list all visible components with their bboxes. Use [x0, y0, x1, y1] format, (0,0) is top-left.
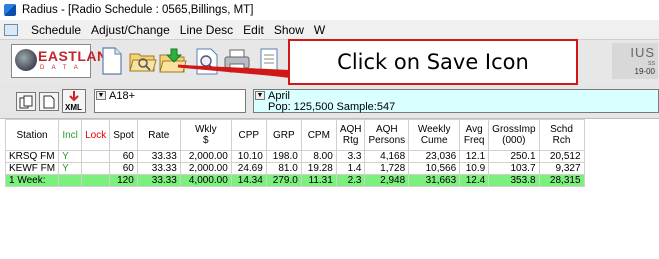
- table-row[interactable]: KEWF FM Y 60 33.33 2,000.00 24.69 81.0 1…: [4, 162, 585, 175]
- table-header-row: Station Incl Lock Spot Rate Wkly $ CPP G…: [4, 119, 585, 151]
- grossimp-cell: 250.1: [488, 150, 540, 163]
- col-avg-freq[interactable]: Avg Freq: [459, 119, 490, 151]
- wkly-cell: 2,000.00: [179, 162, 232, 175]
- spot-cell[interactable]: 60: [109, 150, 138, 163]
- col-schd-rch[interactable]: Schd Rch: [538, 119, 585, 151]
- schedule-table: Station Incl Lock Spot Rate Wkly $ CPP G…: [4, 119, 585, 187]
- wkly-cell: 4,000.00: [179, 174, 232, 187]
- col-weekly-cume[interactable]: Weekly Cume: [408, 119, 461, 151]
- aqh-persons-cell: 1,728: [364, 162, 410, 175]
- col-rate[interactable]: Rate: [136, 119, 181, 151]
- rate-cell[interactable]: 33.33: [136, 150, 181, 163]
- rate-cell: 33.33: [136, 174, 181, 187]
- col-incl[interactable]: Incl: [58, 119, 83, 151]
- col-grossimp[interactable]: GrossImp (000): [488, 119, 540, 151]
- grossimp-cell: 103.7: [488, 162, 540, 175]
- spot-cell[interactable]: 60: [109, 162, 138, 175]
- lock-cell[interactable]: [81, 162, 111, 175]
- col-wkly-dollars[interactable]: Wkly $: [179, 119, 232, 151]
- grp-cell: 279.0: [265, 174, 302, 187]
- aqh-persons-cell: 4,168: [364, 150, 410, 163]
- col-spot[interactable]: Spot: [109, 119, 138, 151]
- lock-cell[interactable]: [81, 150, 111, 163]
- avg-freq-cell: 12.4: [459, 174, 490, 187]
- schd-rch-cell: 9,327: [538, 162, 585, 175]
- total-row: 1 Week: 120 33.33 4,000.00 14.34 279.0 1…: [4, 174, 585, 187]
- table-row[interactable]: KRSQ FM Y 60 33.33 2,000.00 10.10 198.0 …: [4, 150, 585, 163]
- aqh-persons-cell: 2,948: [364, 174, 410, 187]
- grossimp-cell: 353.8: [488, 174, 540, 187]
- cpm-cell: 8.00: [300, 150, 337, 163]
- incl-cell[interactable]: Y: [58, 162, 83, 175]
- total-label-cell: 1 Week:: [4, 174, 60, 187]
- cpp-cell: 14.34: [230, 174, 267, 187]
- station-cell[interactable]: KEWF FM: [4, 162, 60, 175]
- spot-cell: 120: [109, 174, 138, 187]
- incl-cell: [58, 174, 83, 187]
- cpm-cell: 11.31: [300, 174, 337, 187]
- col-grp[interactable]: GRP: [265, 119, 302, 151]
- cpp-cell: 24.69: [230, 162, 267, 175]
- lock-cell: [81, 174, 111, 187]
- instruction-callout: Click on Save Icon: [288, 39, 578, 85]
- avg-freq-cell: 12.1: [459, 150, 490, 163]
- aqh-rtg-cell: 3.3: [335, 150, 366, 163]
- col-aqh-rtg[interactable]: AQH Rtg: [335, 119, 366, 151]
- weekly-cume-cell: 31,663: [408, 174, 461, 187]
- aqh-rtg-cell: 2.3: [335, 174, 366, 187]
- weekly-cume-cell: 23,036: [408, 150, 461, 163]
- avg-freq-cell: 10.9: [459, 162, 490, 175]
- station-cell[interactable]: KRSQ FM: [4, 150, 60, 163]
- weekly-cume-cell: 10,566: [408, 162, 461, 175]
- col-aqh-persons[interactable]: AQH Persons: [364, 119, 410, 151]
- rate-cell[interactable]: 33.33: [136, 162, 181, 175]
- col-cpp[interactable]: CPP: [230, 119, 267, 151]
- grp-cell: 81.0: [265, 162, 302, 175]
- aqh-rtg-cell: 1.4: [335, 162, 366, 175]
- cpm-cell: 19.28: [300, 162, 337, 175]
- incl-cell[interactable]: Y: [58, 150, 83, 163]
- col-cpm[interactable]: CPM: [300, 119, 337, 151]
- schd-rch-cell: 20,512: [538, 150, 585, 163]
- cpp-cell: 10.10: [230, 150, 267, 163]
- grp-cell: 198.0: [265, 150, 302, 163]
- col-lock[interactable]: Lock: [81, 119, 111, 151]
- schd-rch-cell: 28,315: [538, 174, 585, 187]
- wkly-cell: 2,000.00: [179, 150, 232, 163]
- col-station[interactable]: Station: [4, 119, 60, 151]
